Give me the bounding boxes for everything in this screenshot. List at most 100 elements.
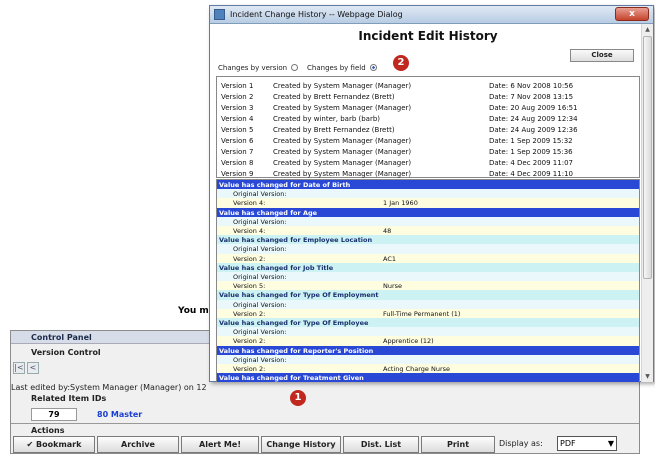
change-version-label: Original Version: [233,355,287,364]
original-version-row: Original Version: [217,244,639,254]
by-field-radio[interactable] [369,64,377,71]
incident-history-dialog: Incident Change History -- Webpage Dialo… [209,5,654,382]
change-header-text: Value has changed for Treatment Given [219,374,364,382]
version-number: Version 4 [221,115,254,123]
version-author: Created by System Manager (Manager) [273,82,412,90]
dialog-body: Incident Edit History Close Changes by v… [214,24,642,382]
window-icon [214,9,225,20]
close-button[interactable]: Close [570,49,634,62]
scrollbar-thumb[interactable] [643,36,652,279]
related-item-id: 79 [31,408,77,421]
original-version-row: Original Version: [217,272,639,282]
version-number: Version 2 [221,93,254,101]
display-as-label: Display as: [499,439,543,448]
distribution-list-button[interactable]: Dist. List [343,436,419,453]
version-number: Version 7 [221,148,254,156]
bookmark-button[interactable]: ✔ Bookmark [13,436,95,453]
change-value: Apprentice (12) [383,337,434,346]
version-row[interactable]: Version 7 Created by System Manager (Mana… [217,147,639,158]
version-author: Created by winter, barb (barb) [273,115,381,123]
change-version-label: Original Version: [233,190,287,199]
version-date: Date: 6 Nov 2008 10:56 [489,82,574,90]
version-author: Created by System Manager (Manager) [273,148,412,156]
version-number: Version 3 [221,104,254,112]
by-field-label: Changes by field [307,64,366,72]
original-version-row: Original Version: [217,216,639,226]
change-history-button[interactable]: Change History [261,436,341,453]
change-version-label: Original Version: [233,273,287,281]
version-number: Version 1 [221,82,254,90]
display-as-select[interactable]: PDF ▼ [557,436,617,451]
original-version-row: Original Version: [217,354,639,364]
dialog-titlebar: Incident Change History -- Webpage Dialo… [210,6,653,24]
scroll-up-icon[interactable]: ▲ [642,24,653,35]
scroll-down-icon[interactable]: ▼ [642,371,653,382]
version-date: Date: 1 Sep 2009 15:32 [489,137,573,145]
version-row[interactable]: Version 6 Created by System Manager (Mana… [217,136,639,147]
version-control-label: Version Control [31,348,101,357]
version-date: Date: 7 Nov 2008 13:15 [489,93,574,101]
alert-me-button[interactable]: Alert Me! [181,436,259,453]
version-date: Date: 1 Sep 2009 15:36 [489,148,573,156]
change-version-label: Version 2: [233,337,266,346]
version-author: Created by System Manager (Manager) [273,159,412,167]
change-header-text: Value has changed for Age [219,208,318,217]
changed-version-row: Version 2: Full-Time Permanent (1) [217,308,639,318]
version-row[interactable]: Version 4 Created by winter, barb (barb) D… [217,114,639,125]
window-close-button[interactable]: x [615,7,649,21]
actions-label: Actions [31,426,65,435]
view-options: Changes by version Changes by field [218,64,379,72]
by-version-label: Changes by version [218,64,288,72]
version-row[interactable]: Version 2 Created by Brett Fernandez (Bre… [217,92,639,103]
original-version-row: Original Version: [217,299,639,309]
changed-version-row: Version 2: Apprentice (12) [217,336,639,346]
previous-version-button[interactable]: < [27,362,39,374]
change-header-text: Value has changed for Type Of Employment [219,291,379,300]
change-version-label: Version 2: [233,309,266,318]
change-header-text: Value has changed for Type Of Employee [219,319,369,327]
version-row[interactable]: Version 5 Created by Brett Fernandez (Bre… [217,125,639,136]
change-version-label: Original Version: [233,300,287,309]
dialog-heading: Incident Edit History [358,29,498,43]
changed-version-row: Version 4: 1 Jan 1960 [217,198,639,208]
version-author: Created by Brett Fernandez (Brett) [273,93,395,101]
version-number: Version 6 [221,137,254,145]
window-title: Incident Change History -- Webpage Dialo… [230,10,403,19]
change-value: 1 Jan 1960 [383,199,418,208]
archive-button[interactable]: Archive [97,436,179,453]
version-row[interactable]: Version 1 Created by System Manager (Mana… [217,81,639,92]
version-author: Created by System Manager (Manager) [273,170,412,178]
control-panel-title: Control Panel [31,333,92,342]
change-value: Full-Time Permanent (1) [383,309,461,318]
change-header: Value has changed for Type Of Employment [217,290,639,300]
version-date: Date: 20 Aug 2009 16:51 [489,104,578,112]
changed-version-row: Version 2: Acting Charge Nurse [217,364,639,374]
change-header-text: Value has changed for Job Title [219,263,334,272]
last-edited-text: Last edited by:System Manager (Manager) … [11,383,207,392]
change-version-label: Original Version: [233,217,287,226]
original-version-row: Original Version: [217,327,639,337]
display-as-value: PDF [560,439,576,448]
change-header-text: Value has changed for Employee Location [219,236,373,245]
version-date: Date: 24 Aug 2009 12:36 [489,126,578,134]
change-version-label: Version 4: [233,227,266,235]
change-header: Value has changed for Type Of Employee [217,318,639,328]
change-value: Acting Charge Nurse [383,365,451,373]
print-button[interactable]: Print [421,436,495,453]
version-row[interactable]: Version 8 Created by System Manager (Mana… [217,158,639,169]
annotation-badge-1: 1 [290,390,306,406]
first-version-button[interactable]: |< [13,362,25,374]
dialog-scrollbar[interactable]: ▲ ▼ [641,24,653,382]
version-author: Created by Brett Fernandez (Brett) [273,126,395,134]
annotation-badge-2: 2 [393,55,409,71]
changed-version-row: Version 2: AC1 [217,253,639,263]
original-version-row: Original Version: [217,189,639,199]
change-version-label: Version 4: [233,199,266,208]
version-list: Version 1 Created by System Manager (Mana… [216,76,640,178]
version-number: Version 5 [221,126,254,134]
version-row[interactable]: Version 3 Created by System Manager (Mana… [217,103,639,114]
by-version-radio[interactable] [291,64,299,71]
field-changes-list: Value has changed for Date of Birth Origi… [216,179,640,382]
version-date: Date: 4 Dec 2009 11:07 [489,159,573,167]
related-item-link[interactable]: 80 Master [97,410,142,419]
